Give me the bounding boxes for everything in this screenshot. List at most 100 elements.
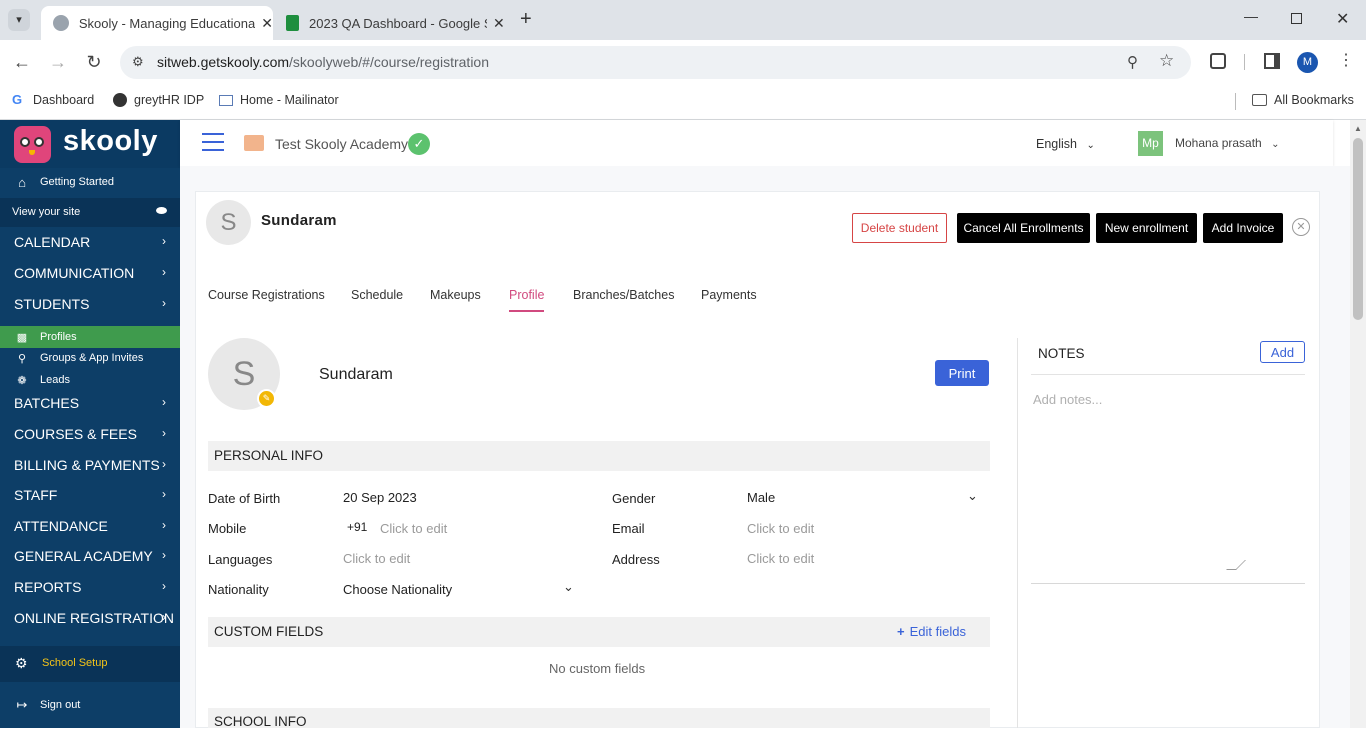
notes-placeholder: Add notes... [1033,392,1103,407]
extensions-icon[interactable] [1210,53,1226,69]
side-panel-icon[interactable] [1264,53,1280,69]
add-note-button[interactable]: Add [1260,341,1305,363]
view-site-row[interactable]: View your site [0,198,180,227]
sidebar-item-leads[interactable]: ❁ Leads [0,373,180,387]
email-field[interactable]: Click to edit [747,521,814,536]
user-name: Mohana prasath [1175,136,1262,150]
language-label: English [1036,137,1077,151]
tab-course-registrations[interactable]: Course Registrations [208,288,325,302]
sidebar-item-attendance[interactable]: ATTENDANCE › [0,518,180,538]
eye-icon [156,207,167,214]
sidebar-item-getting-started[interactable]: ⌂ Getting Started [0,174,180,190]
sidebar-item-batches[interactable]: BATCHES › [0,395,180,415]
bookmark-dashboard[interactable]: G Dashboard [12,93,95,108]
browser-tab-sheets[interactable]: 2023 QA Dashboard - Google S ✕ [274,6,506,40]
browser-menu-icon[interactable]: ⋮ [1338,50,1354,70]
gender-select[interactable]: Male [747,490,775,505]
sidebar-logo[interactable]: skooly [0,120,180,168]
chevron-down-icon: ⌄ [1271,139,1280,150]
user-avatar[interactable]: Mp [1138,131,1163,156]
scrollbar-thumb[interactable] [1353,138,1363,320]
notes-title: NOTES [1038,346,1085,361]
new-enrollment-button[interactable]: New enrollment [1096,213,1197,243]
sidebar-item-profiles[interactable]: ▩ Profiles [0,326,180,348]
bookmark-star-icon[interactable]: ☆ [1159,51,1174,71]
bookmark-mailinator[interactable]: Home - Mailinator [219,93,339,107]
hamburger-menu-icon[interactable] [202,133,224,151]
back-arrow-icon[interactable]: ← [10,50,34,74]
chevron-right-icon: › [162,296,166,310]
tab-schedule[interactable]: Schedule [351,288,403,302]
sidebar-item-billing[interactable]: BILLING & PAYMENTS › [0,457,180,477]
chevron-right-icon: › [162,265,166,279]
scroll-up-arrow-icon[interactable]: ▲ [1354,124,1362,133]
languages-field[interactable]: Click to edit [343,551,410,566]
custom-fields-heading: CUSTOM FIELDS [208,617,990,647]
chevron-right-icon: › [162,518,166,532]
close-tab-icon[interactable]: ✕ [493,15,505,32]
browser-tab-skooly[interactable]: Skooly - Managing Educational ✕ [41,6,273,40]
tab-makeups[interactable]: Makeups [430,288,481,302]
sidebar-item-students[interactable]: STUDENTS › [0,296,180,316]
profile-avatar[interactable]: M [1297,52,1318,73]
chevron-down-icon[interactable]: ⌄ [967,488,978,504]
print-button[interactable]: Print [935,360,989,386]
forward-arrow-icon[interactable]: → [46,50,70,74]
tab-search-button[interactable]: ▾ [8,9,30,31]
all-bookmarks[interactable]: All Bookmarks [1252,93,1354,107]
view-site-label: View your site [12,206,81,218]
leads-icon: ❁ [17,374,27,387]
page-scrollbar[interactable]: ▲ [1350,120,1366,728]
school-name[interactable]: Test Skooly Academy [275,136,408,152]
site-info-icon[interactable]: ⚙ [132,54,144,70]
sidebar-item-general-academy[interactable]: GENERAL ACADEMY › [0,548,180,568]
sidebar-item-reports[interactable]: REPORTS › [0,579,180,599]
close-tab-icon[interactable]: ✕ [261,15,273,32]
close-window-icon[interactable]: ✕ [1336,9,1349,29]
bookmarks-bar: G Dashboard greytHR IDP Home - Mailinato… [0,84,1366,120]
chevron-right-icon: › [162,234,166,248]
chevron-right-icon: › [162,548,166,562]
mobile-field[interactable]: Click to edit [380,521,447,536]
language-select[interactable]: English ⌄ [1036,137,1095,151]
cancel-all-enrollments-button[interactable]: Cancel All Enrollments [957,213,1090,243]
sidebar-item-calendar[interactable]: CALENDAR › [0,234,180,254]
nationality-select[interactable]: Choose Nationality [343,582,452,597]
tab-title: 2023 QA Dashboard - Google S [309,15,487,31]
address-bar[interactable]: ⚙ sitweb.getskooly.com/skoolyweb/#/cours… [120,46,1191,79]
sidebar-item-label: ONLINE REGISTRATION [14,610,174,626]
zoom-icon[interactable]: ⚲ [1127,53,1138,71]
sidebar-item-groups[interactable]: ⚲ Groups & App Invites [0,351,180,365]
tab-payments[interactable]: Payments [701,288,757,302]
sidebar-item-sign-out[interactable]: ↦ Sign out [0,697,180,712]
edit-fields-link[interactable]: + Edit fields [897,624,966,639]
chevron-down-icon[interactable]: ⌄ [563,579,574,595]
edit-avatar-pencil-icon[interactable]: ✎ [257,389,276,408]
notes-textarea[interactable]: Add notes... [1031,374,1305,584]
minimize-window-icon[interactable]: — [1244,8,1258,24]
resize-handle-icon[interactable] [1226,560,1246,570]
delete-student-button[interactable]: Delete student [852,213,947,243]
user-menu[interactable]: Mohana prasath ⌄ [1175,136,1279,150]
address-field[interactable]: Click to edit [747,551,814,566]
restore-window-icon[interactable] [1291,13,1302,24]
tab-profile[interactable]: Profile [509,288,544,302]
add-invoice-button[interactable]: Add Invoice [1203,213,1283,243]
folder-icon [1252,94,1267,106]
sidebar-item-online-registration[interactable]: ONLINE REGISTRATION › [0,610,180,630]
close-circle-icon[interactable]: ✕ [1292,218,1310,236]
tab-branches-batches[interactable]: Branches/Batches [573,288,674,302]
bookmark-label: Dashboard [33,93,95,107]
sidebar-item-courses-fees[interactable]: COURSES & FEES › [0,426,180,446]
dob-value[interactable]: 20 Sep 2023 [343,490,417,505]
profile-card-icon: ▩ [16,331,28,344]
new-tab-button[interactable]: + [520,8,532,31]
bookmark-greythr[interactable]: greytHR IDP [113,93,204,107]
sidebar-item-staff[interactable]: STAFF › [0,487,180,507]
reload-icon[interactable]: ↻ [82,50,106,74]
mobile-country-code[interactable]: +91 [347,520,367,534]
browser-toolbar: ← → ↻ ⚙ sitweb.getskooly.com/skoolyweb/#… [0,40,1366,84]
sidebar-item-communication[interactable]: COMMUNICATION › [0,265,180,285]
school-setup-row[interactable]: ⚙ School Setup [0,646,180,682]
home-icon: ⌂ [18,174,26,190]
